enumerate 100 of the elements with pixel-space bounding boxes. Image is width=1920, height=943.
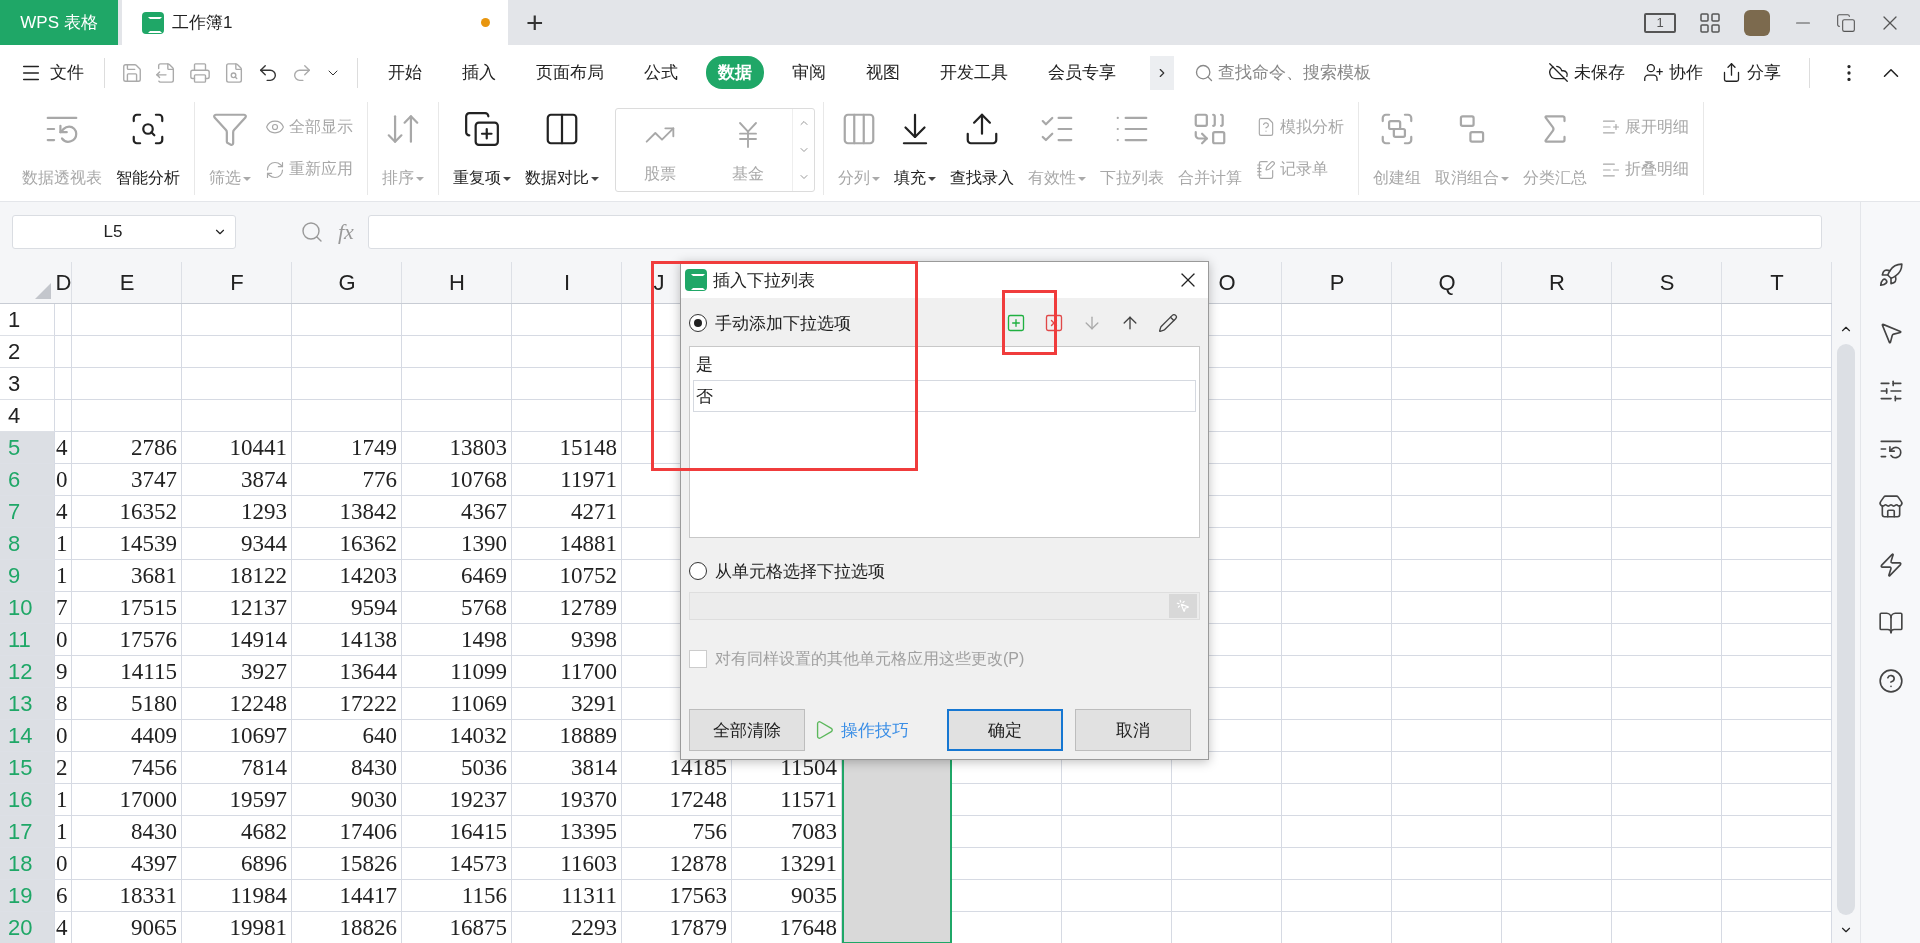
avatar[interactable] bbox=[1744, 9, 1770, 36]
refresh-icon bbox=[265, 159, 285, 180]
table-cell-text: 14115 bbox=[119, 658, 178, 686]
table-cell-text: 6896 bbox=[240, 850, 288, 878]
table-cell-text: 4 bbox=[55, 914, 69, 942]
column-header[interactable]: D bbox=[55, 262, 72, 303]
column-header[interactable]: F bbox=[182, 262, 292, 303]
dialog-button[interactable]: 确定 bbox=[947, 709, 1063, 751]
menu-tab[interactable]: 页面布局 bbox=[524, 56, 616, 89]
table-cell-text: 0 bbox=[55, 850, 69, 878]
new-tab-button[interactable]: + bbox=[508, 0, 562, 45]
table-cell-text: 0 bbox=[55, 466, 69, 494]
header-action[interactable]: 分享 bbox=[1721, 61, 1781, 84]
document-tab[interactable]: 工作簿1 bbox=[122, 0, 508, 45]
table-cell-text: 14914 bbox=[228, 626, 288, 654]
table-cell-text: 16352 bbox=[118, 498, 178, 526]
pointer-icon bbox=[1176, 599, 1190, 613]
ribbon-button[interactable]: 数据对比 bbox=[519, 102, 605, 195]
what-if-icon bbox=[1256, 117, 1276, 138]
table-cell-text: 1 bbox=[55, 562, 69, 590]
table-cell-text: 17248 bbox=[668, 786, 728, 814]
menu-tab[interactable]: 公式 bbox=[632, 56, 690, 89]
table-cell-text: 19237 bbox=[448, 786, 508, 814]
table-cell-text: 9 bbox=[55, 658, 69, 686]
grid-icon[interactable] bbox=[1698, 10, 1722, 35]
document-title: 工作簿1 bbox=[172, 12, 234, 34]
ribbon-button[interactable]: 智能分析 bbox=[110, 102, 186, 195]
menu-tab[interactable]: 插入 bbox=[450, 56, 508, 89]
radio-button[interactable] bbox=[689, 562, 707, 580]
ribbon-button[interactable]: 查找录入 bbox=[944, 102, 1020, 195]
header-action[interactable]: 未保存 bbox=[1548, 61, 1625, 84]
table-cell-text: 4397 bbox=[130, 850, 178, 878]
header-action[interactable]: 协作 bbox=[1643, 61, 1703, 84]
formula-input[interactable] bbox=[367, 215, 1822, 249]
column-header[interactable]: P bbox=[1282, 262, 1392, 303]
column-header[interactable]: R bbox=[1502, 262, 1612, 303]
search-field[interactable]: 查找命令、搜索模板 bbox=[1194, 61, 1414, 84]
table-cell-text: 11099 bbox=[449, 658, 508, 686]
name-box[interactable]: L5 bbox=[12, 215, 236, 249]
range-input[interactable] bbox=[689, 592, 1200, 620]
column-header[interactable]: H bbox=[402, 262, 512, 303]
row-header[interactable]: 1 bbox=[0, 304, 55, 336]
file-menu[interactable]: 文件 bbox=[20, 61, 94, 84]
device-badge[interactable]: 1 bbox=[1644, 12, 1676, 33]
dropdown-caret-icon bbox=[872, 176, 880, 181]
table-cell-text: 13803 bbox=[448, 434, 508, 462]
table-cell-text: 9030 bbox=[350, 786, 398, 814]
column-header[interactable]: S bbox=[1612, 262, 1722, 303]
restore-icon[interactable] bbox=[1836, 12, 1856, 33]
table-cell-text: 9065 bbox=[130, 914, 178, 942]
ribbon-button[interactable]: 重复项 bbox=[447, 102, 517, 195]
row-header[interactable]: 2 bbox=[0, 336, 55, 368]
list-item[interactable]: 否 bbox=[693, 380, 1196, 412]
pencil-icon[interactable] bbox=[1156, 311, 1180, 335]
radio-label[interactable]: 手动添加下拉选项 bbox=[715, 311, 851, 335]
menu-tab[interactable]: 开始 bbox=[376, 56, 434, 89]
zoom-icon[interactable] bbox=[300, 220, 324, 244]
dialog-button[interactable]: 取消 bbox=[1075, 709, 1191, 751]
menu-tab[interactable]: 会员专享 bbox=[1036, 56, 1128, 89]
row-header[interactable]: 3 bbox=[0, 368, 55, 400]
table-cell-text: 17879 bbox=[668, 914, 728, 942]
menu-tab[interactable]: 开发工具 bbox=[928, 56, 1020, 89]
table-cell-text: 3291 bbox=[570, 690, 618, 718]
table-cell-text: 13395 bbox=[558, 818, 618, 846]
dropdown-caret-icon bbox=[416, 176, 424, 181]
dialog-title: 插入下拉列表 bbox=[713, 269, 816, 292]
radio-label[interactable]: 从单元格选择下拉选项 bbox=[715, 559, 885, 583]
menu-tab[interactable]: 视图 bbox=[854, 56, 912, 89]
menu-tab[interactable]: 审阅 bbox=[780, 56, 838, 89]
spreadsheet-icon bbox=[142, 11, 164, 34]
table-cell-text: 11971 bbox=[559, 466, 618, 494]
table-cell-text: 14881 bbox=[558, 530, 618, 558]
ribbon-button[interactable]: 填充 bbox=[888, 102, 942, 195]
column-header[interactable]: I bbox=[512, 262, 622, 303]
radio-button[interactable] bbox=[689, 314, 707, 332]
column-header[interactable]: Q bbox=[1392, 262, 1502, 303]
sliders-icon[interactable] bbox=[1877, 378, 1904, 404]
column-header[interactable]: T bbox=[1722, 262, 1832, 303]
duplicate-icon bbox=[463, 110, 501, 148]
list-item[interactable]: 是 bbox=[693, 348, 1196, 380]
table-cell-text: 17406 bbox=[338, 818, 398, 846]
table-cell-text: 11603 bbox=[559, 850, 618, 878]
table-cell-text: 0 bbox=[55, 626, 69, 654]
table-cell-text: 1 bbox=[55, 786, 69, 814]
table-cell-text: 1498 bbox=[460, 626, 508, 654]
store-icon[interactable] bbox=[1877, 494, 1904, 520]
table-cell-text: 14539 bbox=[118, 530, 178, 558]
row-header[interactable]: 4 bbox=[0, 400, 55, 432]
table-cell-text: 7 bbox=[55, 594, 69, 622]
table-cell-text: 11571 bbox=[779, 786, 838, 814]
column-header[interactable]: E bbox=[72, 262, 182, 303]
clear-all-button[interactable]: 全部清除 bbox=[689, 709, 805, 751]
table-cell-text: 14138 bbox=[338, 626, 398, 654]
table-cell-text: 3681 bbox=[130, 562, 178, 590]
table-cell-text: 16362 bbox=[338, 530, 398, 558]
book-icon[interactable] bbox=[1877, 610, 1904, 636]
column-header[interactable]: G bbox=[292, 262, 402, 303]
scrollbar-thumb[interactable] bbox=[1837, 344, 1855, 915]
help-icon[interactable] bbox=[1877, 668, 1904, 694]
rocket-icon[interactable] bbox=[1877, 262, 1904, 288]
